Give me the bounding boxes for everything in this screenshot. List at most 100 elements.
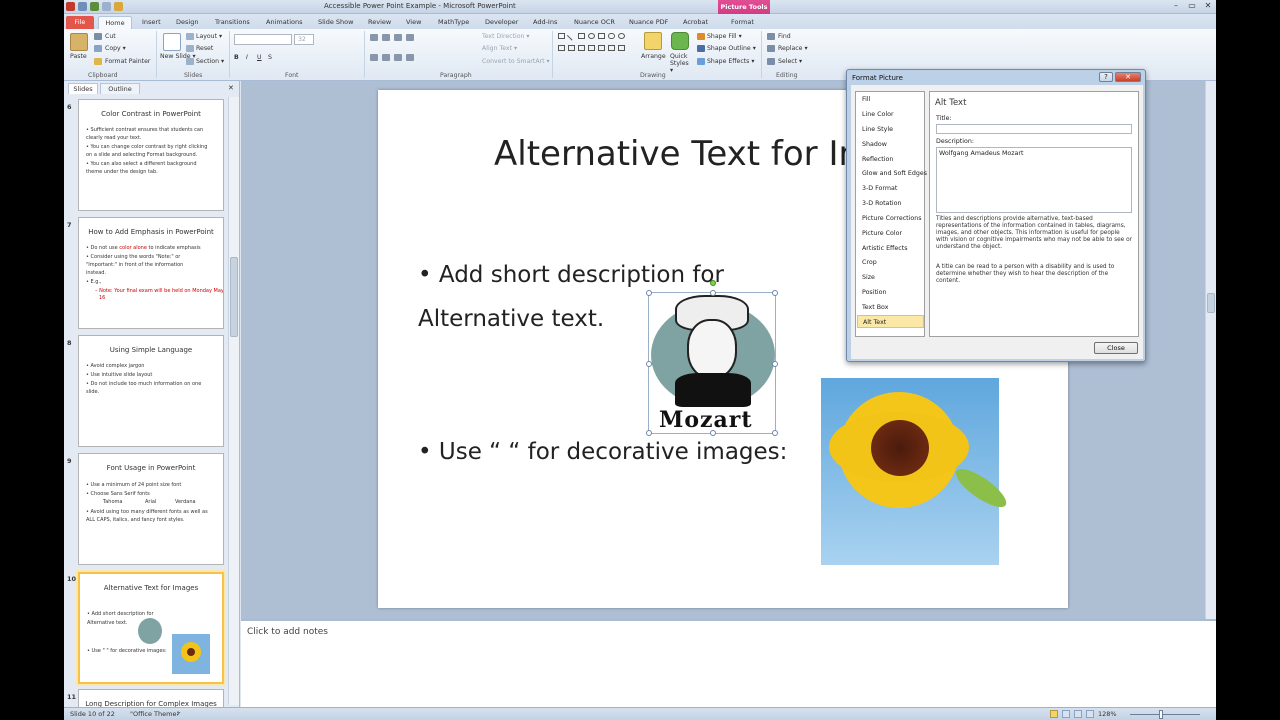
shape-callout-icon[interactable] [608, 45, 615, 51]
shape-rect-icon[interactable] [578, 33, 585, 39]
text-direction-button[interactable]: Text Direction ▾ [482, 33, 530, 40]
tab-nuance-ocr[interactable]: Nuance OCR [574, 16, 615, 29]
category-reflection[interactable]: Reflection [857, 153, 924, 166]
category-3d-rotation[interactable]: 3-D Rotation [857, 197, 924, 210]
notes-pane[interactable]: Click to add notes [241, 619, 1216, 707]
tab-format[interactable]: Format [731, 16, 754, 29]
shape-effects-button[interactable]: Shape Effects ▾ [707, 58, 754, 65]
resize-handle[interactable] [710, 290, 716, 296]
align-center-icon[interactable] [382, 54, 390, 61]
tab-animations[interactable]: Animations [266, 16, 303, 29]
zoom-slider[interactable] [1130, 714, 1200, 715]
new-slide-icon[interactable] [163, 33, 181, 51]
tab-slide-show[interactable]: Slide Show [318, 16, 353, 29]
shape-rounded-icon[interactable] [608, 33, 615, 39]
description-input[interactable]: Wolfgang Amadeus Mozart [936, 147, 1132, 213]
shape-more-icon[interactable] [618, 45, 625, 51]
slide-thumbnail-8[interactable]: Using Simple Language • Avoid complex ja… [78, 335, 224, 447]
shape-brace-icon[interactable] [588, 45, 595, 51]
panel-scroll-thumb[interactable] [230, 257, 238, 337]
category-position[interactable]: Position [857, 286, 924, 299]
tab-review[interactable]: Review [368, 16, 391, 29]
font-size-box[interactable]: 32 [294, 34, 314, 45]
shadow-button[interactable]: S [268, 54, 272, 61]
undo-icon[interactable] [90, 2, 99, 11]
resize-handle[interactable] [646, 430, 652, 436]
resize-handle[interactable] [646, 361, 652, 367]
bullets-icon[interactable] [370, 34, 378, 41]
slide-bullet-1[interactable]: • Add short description for [418, 262, 724, 288]
find-button[interactable]: Find [778, 33, 791, 40]
shape-rect2-icon[interactable] [598, 33, 605, 39]
align-text-button[interactable]: Align Text ▾ [482, 45, 517, 52]
resize-handle[interactable] [772, 290, 778, 296]
shape-triangle-icon[interactable] [578, 45, 585, 51]
tab-add-ins[interactable]: Add-Ins [533, 16, 557, 29]
resize-handle[interactable] [710, 430, 716, 436]
slide-scroll-thumb[interactable] [1207, 293, 1215, 313]
shape-circle-icon[interactable] [618, 33, 625, 39]
category-line-color[interactable]: Line Color [857, 108, 924, 121]
quick-styles-icon[interactable] [671, 32, 689, 50]
shape-outline-button[interactable]: Shape Outline ▾ [707, 45, 756, 52]
slide-show-icon[interactable] [1086, 710, 1094, 718]
minimize-button[interactable]: – [1168, 0, 1184, 12]
shape-fill-button[interactable]: Shape Fill ▾ [707, 33, 742, 40]
mozart-image[interactable]: Mozart [646, 280, 778, 436]
category-shadow[interactable]: Shadow [857, 138, 924, 151]
resize-handle[interactable] [772, 361, 778, 367]
panel-scrollbar[interactable] [228, 97, 239, 705]
tab-file[interactable]: File [66, 16, 94, 29]
maximize-button[interactable]: ▭ [1184, 0, 1200, 12]
category-3d-format[interactable]: 3-D Format [857, 182, 924, 195]
justify-icon[interactable] [406, 54, 414, 61]
tab-design[interactable]: Design [176, 16, 198, 29]
align-right-icon[interactable] [394, 54, 402, 61]
arrange-button[interactable]: Arrange [641, 53, 666, 60]
rotate-handle[interactable] [710, 280, 716, 286]
category-text-box[interactable]: Text Box [857, 301, 924, 314]
dialog-help-button[interactable]: ? [1099, 72, 1113, 82]
tab-nuance-pdf[interactable]: Nuance PDF [629, 16, 668, 29]
slide-bullet-2[interactable]: • Use “ “ for decorative images: [418, 439, 787, 465]
spellcheck-icon[interactable]: ✓ [176, 710, 181, 718]
reset-button[interactable]: Reset [196, 45, 213, 52]
shape-oval-icon[interactable] [588, 33, 595, 39]
align-left-icon[interactable] [370, 54, 378, 61]
font-name-box[interactable] [234, 34, 292, 45]
section-button[interactable]: Section ▾ [196, 58, 224, 65]
slide-sorter-icon[interactable] [1062, 710, 1070, 718]
tab-transitions[interactable]: Transitions [215, 16, 250, 29]
zoom-level[interactable]: 128% [1098, 710, 1117, 718]
shape-star-icon[interactable] [598, 45, 605, 51]
category-fill[interactable]: Fill [857, 93, 924, 106]
numbering-icon[interactable] [382, 34, 390, 41]
sunflower-image[interactable] [821, 378, 1012, 565]
slide-thumbnail-10[interactable]: Alternative Text for Images • Add short … [78, 572, 224, 684]
title-input[interactable] [936, 124, 1132, 134]
arrange-icon[interactable] [644, 32, 662, 50]
slide-thumbnail-9[interactable]: Font Usage in PowerPoint • Use a minimum… [78, 453, 224, 565]
format-painter-button[interactable]: Format Painter [105, 58, 150, 65]
tab-mathtype[interactable]: MathType [438, 16, 469, 29]
category-alt-text[interactable]: Alt Text [857, 315, 924, 328]
category-picture-corrections[interactable]: Picture Corrections [857, 212, 924, 225]
tab-developer[interactable]: Developer [485, 16, 518, 29]
shape-line-icon[interactable] [566, 31, 577, 41]
shape-arrow-icon[interactable] [558, 45, 565, 51]
select-button[interactable]: Select ▾ [778, 58, 802, 65]
convert-smartart-button[interactable]: Convert to SmartArt ▾ [482, 58, 550, 65]
shape-textbox-icon[interactable] [558, 33, 565, 39]
tab-insert[interactable]: Insert [142, 16, 161, 29]
slide-bullet-1-cont[interactable]: Alternative text. [418, 306, 604, 332]
cut-button[interactable]: Cut [105, 33, 116, 40]
italic-button[interactable]: I [246, 54, 248, 61]
increase-indent-icon[interactable] [406, 34, 414, 41]
tab-home[interactable]: Home [98, 16, 132, 29]
resize-handle[interactable] [772, 430, 778, 436]
tab-slides[interactable]: Slides [68, 83, 98, 94]
paste-button[interactable]: Paste [70, 53, 87, 60]
decrease-indent-icon[interactable] [394, 34, 402, 41]
redo-icon[interactable] [102, 2, 111, 11]
tab-acrobat[interactable]: Acrobat [683, 16, 708, 29]
